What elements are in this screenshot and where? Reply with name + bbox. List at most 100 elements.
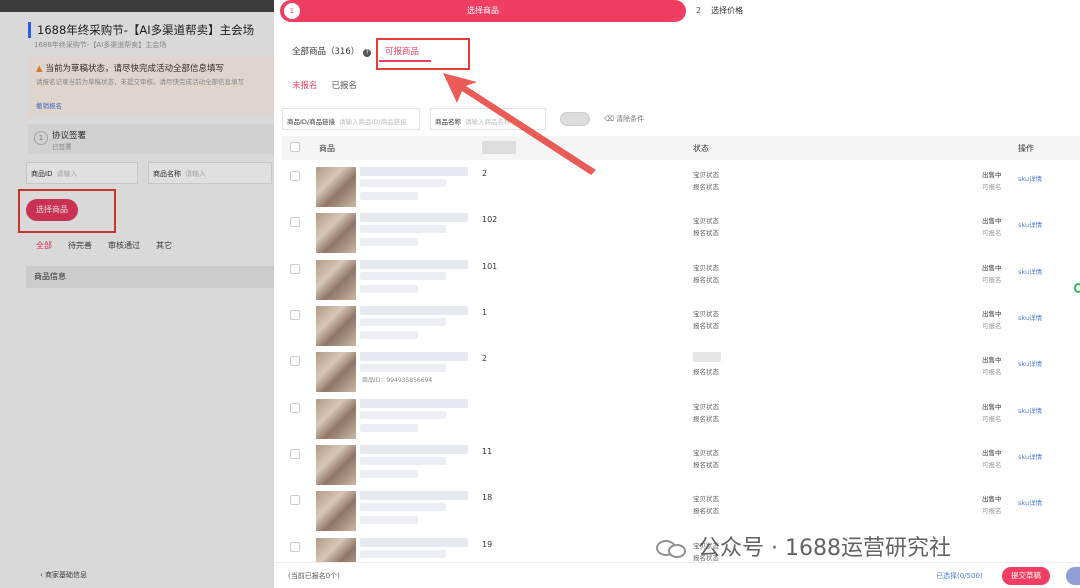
row-checkbox[interactable] <box>290 542 300 552</box>
product-subtitle-blurred <box>360 550 446 558</box>
registration-status-label: 报名状态 <box>693 507 719 515</box>
product-subtitle-blurred <box>360 411 446 419</box>
product-meta-blurred <box>360 424 418 432</box>
product-subtitle-blurred <box>360 364 446 372</box>
filter-toggle[interactable] <box>560 112 590 126</box>
eligible-status: 可报名 <box>982 461 1002 469</box>
selling-status: 出售中 <box>982 217 1002 225</box>
eligible-status: 可报名 <box>982 183 1002 191</box>
next-button[interactable] <box>1066 567 1080 585</box>
registration-status-label: 报名状态 <box>693 415 719 423</box>
registration-status-label: 报名状态 <box>693 276 719 284</box>
product-thumbnail <box>316 352 356 392</box>
step-select-goods: 1 选择商品 <box>280 0 686 22</box>
select-goods-drawer: 1 选择商品 2 选择价格 全部商品（316）? 可报商品 未报名 已报名 商品ID… <box>274 0 1080 588</box>
selling-status: 出售中 <box>982 171 1002 179</box>
row-checkbox[interactable] <box>290 310 300 320</box>
tab-registered[interactable]: 已报名 <box>332 81 358 91</box>
selected-count[interactable]: 已选择(0/500) <box>936 571 983 581</box>
item-status-label: 宝贝状态 <box>693 217 719 225</box>
registered-count: (当前已报名0个) <box>288 572 340 580</box>
selling-status: 出售中 <box>982 356 1002 364</box>
selling-status: 出售中 <box>982 264 1002 272</box>
product-thumbnail <box>316 491 356 531</box>
product-meta-blurred <box>360 238 418 246</box>
row-checkbox[interactable] <box>290 264 300 274</box>
row-checkbox[interactable] <box>290 356 300 366</box>
registration-status-label: 报名状态 <box>693 461 719 469</box>
item-status-label: 宝贝状态 <box>693 310 719 318</box>
table-row[interactable]: 11 宝贝状态 报名状态 出售中 可报名 sku详情 <box>282 442 1080 488</box>
step1-label: 选择商品 <box>467 6 499 15</box>
info-icon: ? <box>363 49 372 57</box>
submit-draft-button[interactable]: 提交草稿 <box>1002 567 1050 585</box>
item-status-blurred <box>693 352 721 362</box>
sku-detail-link[interactable]: sku详情 <box>1018 312 1042 322</box>
selling-status: 出售中 <box>982 495 1002 503</box>
drawer-mask[interactable] <box>0 0 274 588</box>
table-row[interactable]: 商品ID：994935856694 2 报名状态 出售中可报名 sku详情 <box>282 349 1080 395</box>
side-widget-icon[interactable] <box>1074 283 1080 293</box>
sku-detail-link[interactable]: sku详情 <box>1018 451 1042 461</box>
eligible-status: 可报名 <box>982 415 1002 423</box>
clear-filter-button[interactable]: ⌫ 清除条件 <box>604 114 644 124</box>
product-subtitle-blurred <box>360 457 446 465</box>
tab-all-goods[interactable]: 全部商品（316）? <box>292 45 372 57</box>
product-title-blurred <box>360 306 468 315</box>
table-row[interactable]: 18 宝贝状态 报名状态 出售中 可报名 sku详情 <box>282 488 1080 534</box>
product-thumbnail <box>316 213 356 253</box>
row-checkbox[interactable] <box>290 403 300 413</box>
drawer-footer: (当前已报名0个) 已选择(0/500) 提交草稿 <box>274 562 1080 588</box>
filter-name-input[interactable]: 商品名称 请输入商品名称 <box>430 108 546 130</box>
product-title-blurred <box>360 491 468 500</box>
product-thumbnail <box>316 260 356 300</box>
eligible-status: 可报名 <box>982 368 1002 376</box>
watermark: 公众号 · 1688运营研究社 <box>656 530 951 562</box>
registration-status-label: 报名状态 <box>693 322 719 330</box>
sku-detail-link[interactable]: sku详情 <box>1018 405 1042 415</box>
registration-subtabs: 未报名 已报名 <box>292 79 357 91</box>
item-status-label: 宝贝状态 <box>693 264 719 272</box>
table-row[interactable]: 1 宝贝状态 报名状态 出售中 可报名 sku详情 <box>282 303 1080 349</box>
stock-number: 2 <box>482 354 488 363</box>
product-subtitle-blurred <box>360 179 446 187</box>
stock-number: 11 <box>482 447 493 456</box>
table-row[interactable]: 101 宝贝状态 报名状态 出售中 可报名 sku详情 <box>282 257 1080 303</box>
row-checkbox[interactable] <box>290 495 300 505</box>
table-row[interactable]: 2 宝贝状态 报名状态 出售中 可报名 sku详情 <box>282 164 1080 210</box>
table-header: 商品 状态 操作 <box>282 136 1080 160</box>
product-thumbnail <box>316 167 356 207</box>
product-meta-blurred <box>360 470 418 478</box>
product-title-blurred <box>360 213 468 222</box>
sku-detail-link[interactable]: sku详情 <box>1018 219 1042 229</box>
filter-id-input[interactable]: 商品ID/商品链接 请输入商品ID/商品链接 <box>282 108 420 130</box>
tab-unregistered[interactable]: 未报名 <box>292 81 318 91</box>
sku-detail-link[interactable]: sku详情 <box>1018 497 1042 507</box>
col-operation: 操作 <box>1018 144 1034 153</box>
product-title-blurred <box>360 538 468 547</box>
product-subtitle-blurred <box>360 272 446 280</box>
select-all-checkbox[interactable] <box>290 142 300 152</box>
row-checkbox[interactable] <box>290 171 300 181</box>
table-row[interactable]: 宝贝状态 报名状态 出售中 可报名 sku详情 <box>282 396 1080 442</box>
stock-number: 2 <box>482 169 488 178</box>
eligible-status: 可报名 <box>982 507 1002 515</box>
col-blurred <box>482 141 516 154</box>
sku-detail-link[interactable]: sku详情 <box>1018 266 1042 276</box>
col-status: 状态 <box>693 144 709 153</box>
row-checkbox[interactable] <box>290 217 300 227</box>
product-meta-blurred <box>360 192 418 200</box>
registration-status-label: 报名状态 <box>693 229 719 237</box>
registration-status-label: 报名状态 <box>693 368 719 376</box>
table-row[interactable]: 102 宝贝状态 报名状态 出售中 可报名 sku详情 <box>282 210 1080 256</box>
product-id: 商品ID：994935856694 <box>362 377 433 384</box>
stock-number: 101 <box>482 262 498 271</box>
sku-detail-link[interactable]: sku详情 <box>1018 358 1042 368</box>
registration-status-label: 报名状态 <box>693 183 719 191</box>
product-thumbnail <box>316 399 356 439</box>
row-checkbox[interactable] <box>290 449 300 459</box>
product-title-blurred <box>360 445 468 454</box>
stock-number: 1 <box>482 308 488 317</box>
step-select-price: 2 选择价格 <box>696 6 744 15</box>
sku-detail-link[interactable]: sku详情 <box>1018 173 1042 183</box>
